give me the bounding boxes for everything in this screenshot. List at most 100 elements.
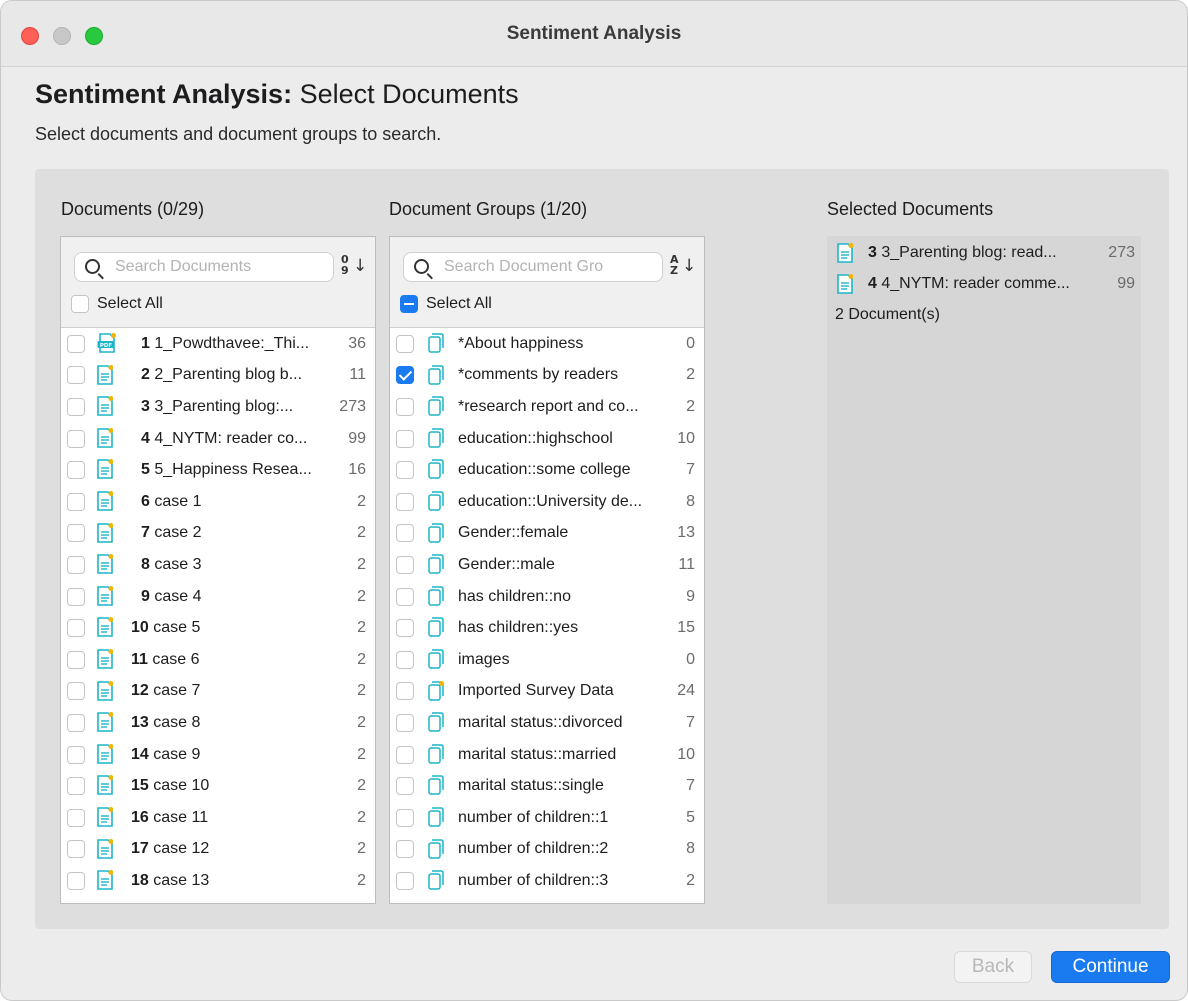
- document-group-checkbox[interactable]: [396, 745, 414, 764]
- document-row[interactable]: 15 case 10 2: [61, 770, 375, 802]
- document-row[interactable]: 14 case 92: [61, 739, 375, 771]
- document-checkbox[interactable]: [67, 745, 85, 764]
- selected-document-row[interactable]: 3 3_Parenting blog: read... 273: [835, 241, 1135, 265]
- document-groups-list: AZ↓ Select All *About happiness 0 *comment…: [389, 236, 705, 904]
- document-group-checkbox[interactable]: [396, 682, 414, 701]
- document-group-row[interactable]: marital status::divorced 7: [390, 707, 704, 739]
- document-group-row[interactable]: *About happiness 0: [390, 328, 704, 360]
- document-group-checkbox[interactable]: [396, 429, 414, 448]
- document-group-checkbox[interactable]: [396, 808, 414, 827]
- document-number: 2: [141, 366, 150, 384]
- document-checkbox[interactable]: [67, 587, 85, 606]
- document-group-checkbox[interactable]: [396, 619, 414, 638]
- document-group-checkbox[interactable]: [396, 334, 414, 353]
- document-checkbox[interactable]: [67, 840, 85, 859]
- selected-document-row[interactable]: 4 4_NYTM: reader comme... 99: [835, 272, 1135, 296]
- document-row[interactable]: 16 case 11 2: [61, 802, 375, 834]
- document-row[interactable]: 9 case 42: [61, 581, 375, 613]
- document-group-count: 10: [677, 429, 695, 447]
- document-group-row[interactable]: marital status::single 7: [390, 770, 704, 802]
- document-number: 9: [141, 587, 150, 605]
- back-button[interactable]: Back: [954, 951, 1032, 983]
- document-checkbox[interactable]: [67, 366, 85, 385]
- document-checkbox[interactable]: [67, 524, 85, 543]
- document-group-count: 5: [686, 808, 695, 826]
- document-row[interactable]: PDF 1 1_Powdthavee:_Thi... 36: [61, 328, 375, 360]
- document-row[interactable]: 17 case 12 2: [61, 834, 375, 866]
- document-group-checkbox[interactable]: [396, 840, 414, 859]
- document-checkbox[interactable]: [67, 429, 85, 448]
- document-row[interactable]: 7 case 22: [61, 518, 375, 550]
- document-group-checkbox[interactable]: [396, 524, 414, 543]
- document-row[interactable]: 6 case 12: [61, 486, 375, 518]
- document-group-row[interactable]: has children::no 9: [390, 581, 704, 613]
- documents-select-all-checkbox[interactable]: [71, 295, 89, 313]
- document-group-row[interactable]: marital status::married 10: [390, 739, 704, 771]
- document-group-row[interactable]: number of children::3 2: [390, 865, 704, 897]
- sort-alphabetic-icon[interactable]: A Z ↓: [670, 254, 696, 281]
- document-row[interactable]: 13 case 82: [61, 707, 375, 739]
- document-checkbox[interactable]: [67, 777, 85, 796]
- document-checkbox[interactable]: [67, 555, 85, 574]
- document-group-checkbox[interactable]: [396, 777, 414, 796]
- document-groups-search-input[interactable]: [444, 256, 654, 278]
- document-group-icon: [428, 617, 444, 638]
- document-number: 1: [141, 334, 150, 352]
- document-group-count: 15: [677, 619, 695, 637]
- document-groups-search[interactable]: [403, 252, 663, 282]
- document-title: case 3: [154, 555, 202, 573]
- document-group-checkbox[interactable]: [396, 587, 414, 606]
- selected-document-count: 99: [1117, 275, 1135, 292]
- document-row[interactable]: 11 case 62: [61, 644, 375, 676]
- documents-search[interactable]: [74, 252, 334, 282]
- document-checkbox[interactable]: [67, 619, 85, 638]
- documents-search-input[interactable]: [115, 256, 325, 278]
- document-checkbox[interactable]: [67, 808, 85, 827]
- document-row[interactable]: 4 4_NYTM: reader co... 99: [61, 423, 375, 455]
- document-group-row[interactable]: Gender::female 13: [390, 518, 704, 550]
- document-group-checkbox[interactable]: [396, 871, 414, 890]
- document-group-row[interactable]: *comments by readers 2: [390, 360, 704, 392]
- documents-select-all[interactable]: Select All: [71, 293, 163, 315]
- document-group-row[interactable]: images 0: [390, 644, 704, 676]
- document-row[interactable]: 10 case 52: [61, 612, 375, 644]
- document-checkbox[interactable]: [67, 334, 85, 353]
- document-checkbox[interactable]: [67, 492, 85, 511]
- document-checkbox[interactable]: [67, 682, 85, 701]
- document-group-checkbox[interactable]: [396, 713, 414, 732]
- document-group-row[interactable]: Gender::male 11: [390, 549, 704, 581]
- document-checkbox[interactable]: [67, 397, 85, 416]
- document-count: 2: [357, 619, 366, 637]
- document-group-checkbox[interactable]: [396, 461, 414, 480]
- document-row[interactable]: 18 case 13 2: [61, 865, 375, 897]
- document-checkbox[interactable]: [67, 650, 85, 669]
- document-count: 2: [357, 745, 366, 763]
- document-group-row[interactable]: education::highschool 10: [390, 423, 704, 455]
- sort-numeric-icon[interactable]: 0 9 ↓: [341, 254, 367, 281]
- document-group-row[interactable]: number of children::1 5: [390, 802, 704, 834]
- document-group-row[interactable]: has children::yes 15: [390, 612, 704, 644]
- document-groups-select-all[interactable]: Select All: [400, 293, 492, 315]
- document-group-row[interactable]: education::University de... 8: [390, 486, 704, 518]
- document-group-checkbox[interactable]: [396, 492, 414, 511]
- document-groups-select-all-checkbox[interactable]: [400, 295, 418, 313]
- document-row[interactable]: 8 case 32: [61, 549, 375, 581]
- document-checkbox[interactable]: [67, 713, 85, 732]
- document-group-row[interactable]: *research report and co... 2: [390, 391, 704, 423]
- document-name: 10 case 5: [131, 619, 361, 637]
- document-group-checkbox[interactable]: [396, 555, 414, 574]
- document-row[interactable]: 3 3_Parenting blog:... 273: [61, 391, 375, 423]
- document-group-row[interactable]: education::some college 7: [390, 454, 704, 486]
- document-group-row[interactable]: number of children::2 8: [390, 834, 704, 866]
- document-checkbox[interactable]: [67, 461, 85, 480]
- document-group-row[interactable]: Imported Survey Data 24: [390, 676, 704, 708]
- continue-button[interactable]: Continue: [1051, 951, 1170, 983]
- document-row[interactable]: 2 2_Parenting blog b... 11: [61, 360, 375, 392]
- document-group-checkbox[interactable]: [396, 650, 414, 669]
- document-group-checkbox[interactable]: [396, 366, 414, 385]
- document-group-checkbox[interactable]: [396, 397, 414, 416]
- document-row[interactable]: 12 case 72: [61, 676, 375, 708]
- document-group-count: 8: [686, 492, 695, 510]
- document-checkbox[interactable]: [67, 871, 85, 890]
- document-row[interactable]: 5 5_Happiness Resea... 16: [61, 454, 375, 486]
